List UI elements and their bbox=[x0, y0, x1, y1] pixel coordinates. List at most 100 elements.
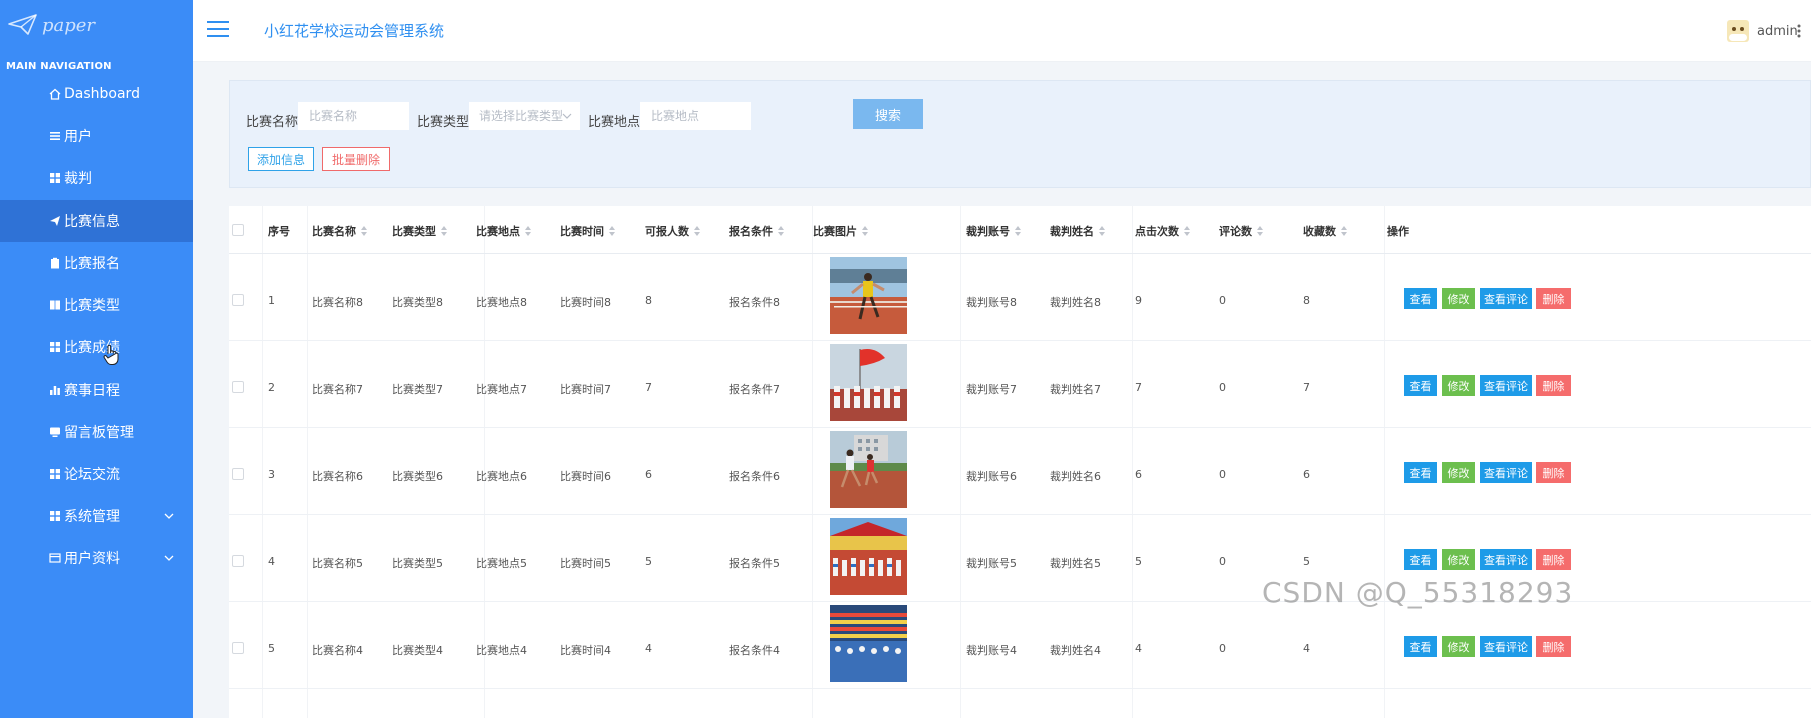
column-header-name[interactable]: 比赛名称 bbox=[312, 223, 367, 239]
view-button[interactable]: 查看 bbox=[1404, 636, 1437, 657]
sidebar-item-match-results[interactable]: 比赛成绩 bbox=[0, 326, 193, 368]
sidebar-item-label: 裁判 bbox=[64, 171, 92, 187]
column-header-actions: 操作 bbox=[1387, 225, 1409, 238]
match-image[interactable] bbox=[830, 344, 907, 421]
cell-time: 比赛时间7 bbox=[560, 383, 611, 396]
cell-place: 比赛地点8 bbox=[476, 296, 527, 309]
cell-name: 比赛名称6 bbox=[312, 470, 363, 483]
column-header-type[interactable]: 比赛类型 bbox=[392, 223, 447, 239]
search-type-select[interactable]: 请选择比赛类型 bbox=[469, 102, 580, 130]
send-icon bbox=[48, 215, 61, 228]
cell-index: 2 bbox=[268, 381, 275, 394]
cell-quota: 7 bbox=[645, 381, 652, 394]
add-button[interactable]: 添加信息 bbox=[248, 147, 314, 171]
edit-button[interactable]: 修改 bbox=[1442, 549, 1475, 570]
sidebar-item-judges[interactable]: 裁判 bbox=[0, 157, 193, 199]
column-header-judge-name[interactable]: 裁判姓名 bbox=[1050, 223, 1105, 239]
row-checkbox[interactable] bbox=[232, 381, 244, 393]
column-header-time[interactable]: 比赛时间 bbox=[560, 223, 615, 239]
match-image[interactable] bbox=[830, 431, 907, 508]
sidebar-item-match-signup[interactable]: 比赛报名 bbox=[0, 242, 193, 284]
cell-place: 比赛地点5 bbox=[476, 557, 527, 570]
user-menu[interactable]: admin bbox=[1727, 20, 1798, 42]
column-header-favorites[interactable]: 收藏数 bbox=[1303, 223, 1347, 239]
table-row: 3 比赛名称6 比赛类型6 比赛地点6 比赛时间6 6 报名条件6 裁判账号6 … bbox=[229, 428, 1811, 515]
cell-condition: 报名条件5 bbox=[729, 557, 780, 570]
cell-comments: 0 bbox=[1219, 555, 1226, 568]
cell-comments: 0 bbox=[1219, 642, 1226, 655]
delete-button[interactable]: 删除 bbox=[1536, 375, 1571, 396]
sidebar-item-message-board[interactable]: 留言板管理 bbox=[0, 411, 193, 453]
logo[interactable]: paper bbox=[8, 12, 95, 38]
delete-button[interactable]: 删除 bbox=[1536, 462, 1571, 483]
column-header-clicks[interactable]: 点击次数 bbox=[1135, 223, 1190, 239]
match-image[interactable] bbox=[830, 257, 907, 334]
view-button[interactable]: 查看 bbox=[1404, 375, 1437, 396]
sidebar-item-user-profile[interactable]: 用户资料 bbox=[0, 537, 193, 579]
cell-time: 比赛时间5 bbox=[560, 557, 611, 570]
view-comments-button[interactable]: 查看评论 bbox=[1480, 288, 1532, 309]
column-header-place[interactable]: 比赛地点 bbox=[476, 223, 531, 239]
cell-favorites: 4 bbox=[1303, 642, 1310, 655]
cell-judge-name: 裁判姓名4 bbox=[1050, 644, 1101, 657]
row-checkbox[interactable] bbox=[232, 642, 244, 654]
sort-icon bbox=[1184, 226, 1190, 236]
view-button[interactable]: 查看 bbox=[1404, 462, 1437, 483]
chevron-down-icon bbox=[562, 113, 572, 119]
sidebar-item-forum[interactable]: 论坛交流 bbox=[0, 453, 193, 495]
view-comments-button[interactable]: 查看评论 bbox=[1480, 462, 1532, 483]
cell-judge-name: 裁判姓名5 bbox=[1050, 557, 1101, 570]
watermark: CSDN @Q_55318293 bbox=[1262, 576, 1574, 609]
column-header-image[interactable]: 比赛图片 bbox=[813, 223, 868, 239]
edit-button[interactable]: 修改 bbox=[1442, 375, 1475, 396]
column-header-quota[interactable]: 可报人数 bbox=[645, 223, 700, 239]
match-image[interactable] bbox=[830, 518, 907, 595]
book-icon bbox=[48, 299, 61, 312]
monitor-icon bbox=[48, 426, 61, 439]
delete-button[interactable]: 删除 bbox=[1536, 549, 1571, 570]
search-place-input[interactable] bbox=[640, 102, 751, 130]
row-checkbox[interactable] bbox=[232, 468, 244, 480]
delete-button[interactable]: 删除 bbox=[1536, 636, 1571, 657]
sidebar-item-schedule[interactable]: 赛事日程 bbox=[0, 369, 193, 411]
view-comments-button[interactable]: 查看评论 bbox=[1480, 636, 1532, 657]
bar-chart-icon bbox=[48, 384, 61, 397]
match-image[interactable] bbox=[830, 605, 907, 682]
sidebar-item-label: 比赛类型 bbox=[64, 298, 120, 314]
column-header-judge-account[interactable]: 裁判账号 bbox=[966, 223, 1021, 239]
cell-favorites: 8 bbox=[1303, 294, 1310, 307]
edit-button[interactable]: 修改 bbox=[1442, 462, 1475, 483]
search-name-input[interactable] bbox=[298, 102, 409, 130]
sidebar-item-dashboard[interactable]: Dashboard bbox=[0, 73, 193, 115]
menu-toggle-icon[interactable] bbox=[207, 21, 229, 39]
list-icon bbox=[48, 130, 61, 143]
sidebar-item-match-info[interactable]: 比赛信息 bbox=[0, 200, 223, 242]
column-header-condition[interactable]: 报名条件 bbox=[729, 223, 784, 239]
cell-judge-name: 裁判姓名8 bbox=[1050, 296, 1101, 309]
sidebar-item-system[interactable]: 系统管理 bbox=[0, 495, 193, 537]
view-button[interactable]: 查看 bbox=[1404, 549, 1437, 570]
edit-button[interactable]: 修改 bbox=[1442, 288, 1475, 309]
select-all-checkbox[interactable] bbox=[232, 224, 244, 236]
search-button[interactable]: 搜索 bbox=[853, 99, 923, 129]
column-header-comments[interactable]: 评论数 bbox=[1219, 223, 1263, 239]
sidebar-item-label: 用户资料 bbox=[64, 551, 120, 567]
sidebar-item-match-type[interactable]: 比赛类型 bbox=[0, 284, 193, 326]
sidebar-item-label: 论坛交流 bbox=[64, 467, 120, 483]
sidebar-item-users[interactable]: 用户 bbox=[0, 115, 193, 157]
batch-delete-button[interactable]: 批量删除 bbox=[322, 147, 390, 171]
view-comments-button[interactable]: 查看评论 bbox=[1480, 375, 1532, 396]
view-button[interactable]: 查看 bbox=[1404, 288, 1437, 309]
logo-text: paper bbox=[42, 14, 96, 36]
sort-icon bbox=[441, 226, 447, 236]
row-checkbox[interactable] bbox=[232, 294, 244, 306]
more-vertical-icon[interactable] bbox=[1797, 23, 1801, 39]
cell-index: 4 bbox=[268, 555, 275, 568]
app-title: 小红花学校运动会管理系统 bbox=[264, 22, 445, 40]
cell-judge-name: 裁判姓名6 bbox=[1050, 470, 1101, 483]
table-row: 4 比赛名称5 比赛类型5 比赛地点5 比赛时间5 5 报名条件5 裁判账号5 … bbox=[229, 515, 1811, 602]
delete-button[interactable]: 删除 bbox=[1536, 288, 1571, 309]
edit-button[interactable]: 修改 bbox=[1442, 636, 1475, 657]
view-comments-button[interactable]: 查看评论 bbox=[1480, 549, 1532, 570]
row-checkbox[interactable] bbox=[232, 555, 244, 567]
